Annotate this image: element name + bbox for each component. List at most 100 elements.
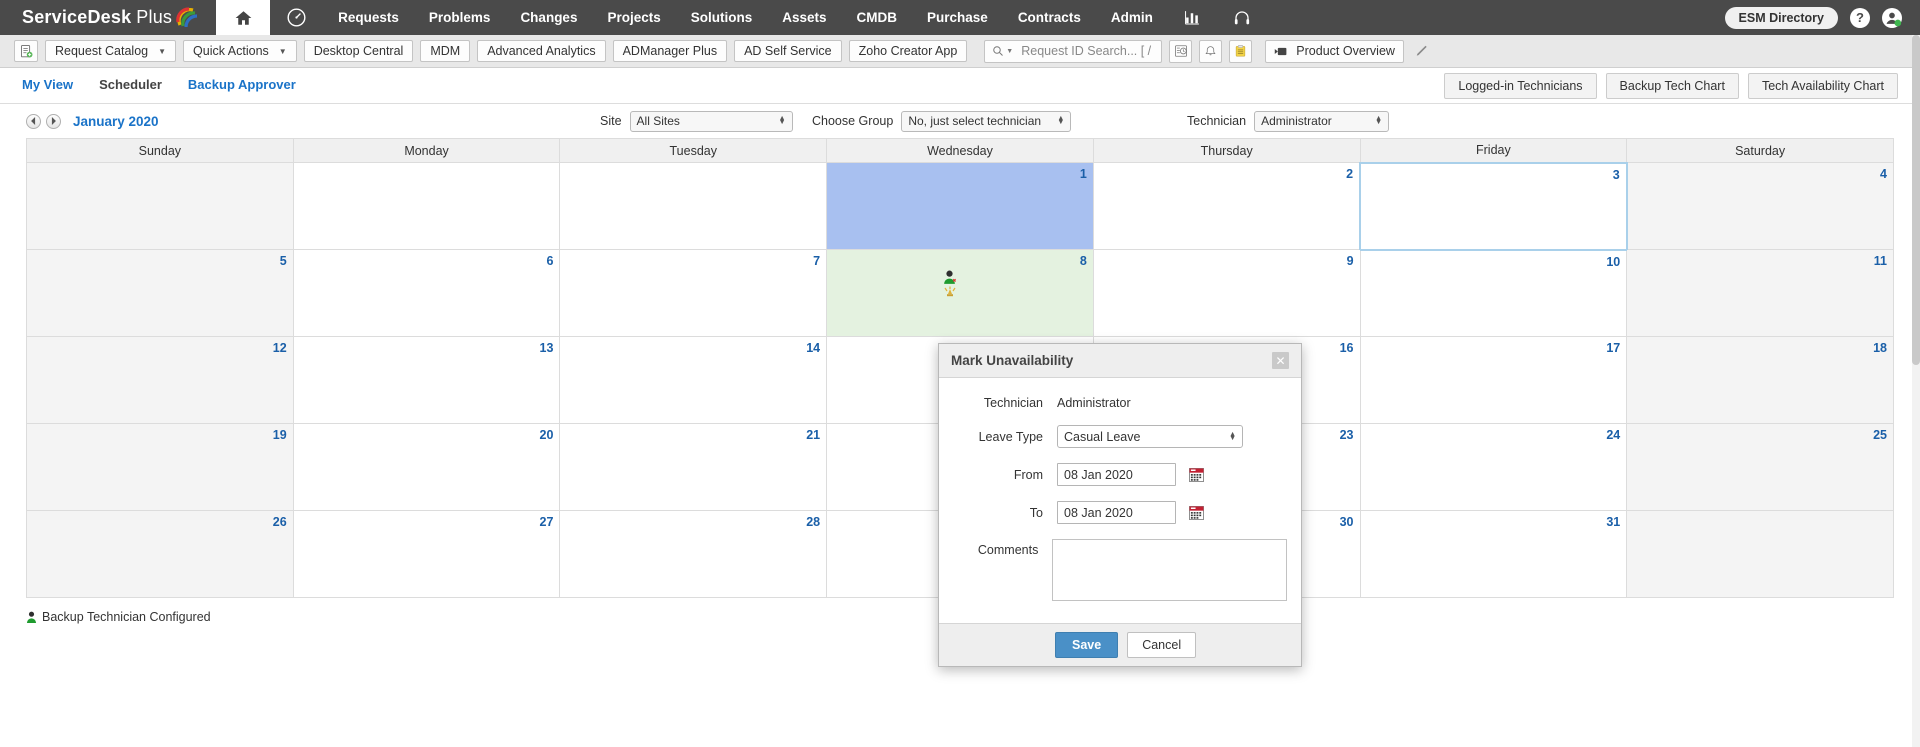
to-date-input[interactable] — [1057, 501, 1176, 524]
calendar-day-cell-6[interactable]: 6 — [292, 249, 561, 337]
vertical-scrollbar[interactable] — [1912, 35, 1920, 747]
nav-item-purchase[interactable]: Purchase — [912, 0, 1003, 35]
calendar-day-cell-27[interactable]: 27 — [292, 510, 561, 598]
calendar-day-cell-8[interactable]: 8 — [826, 249, 1094, 337]
clock-list-icon — [1174, 45, 1187, 57]
day-cell-icons — [827, 270, 1073, 299]
nav-item-assets[interactable]: Assets — [767, 0, 841, 35]
calendar-day-cell-3[interactable]: 3 — [1359, 161, 1628, 251]
calendar-day-cell-24[interactable]: 24 — [1359, 423, 1628, 511]
support-tab[interactable] — [1217, 0, 1267, 35]
close-icon[interactable]: ✕ — [1272, 352, 1289, 369]
nav-item-changes[interactable]: Changes — [505, 0, 592, 35]
nav-item-problems[interactable]: Problems — [414, 0, 506, 35]
mdm-button[interactable]: MDM — [420, 40, 471, 62]
avatar[interactable] — [1882, 7, 1902, 28]
dialog-header: Mark Unavailability ✕ — [939, 344, 1301, 378]
comments-textarea[interactable] — [1052, 539, 1287, 601]
quick-actions-button[interactable]: Quick Actions ▼ — [183, 40, 297, 62]
backup-tech-chart-button[interactable]: Backup Tech Chart — [1605, 72, 1739, 99]
nav-item-cmdb[interactable]: CMDB — [842, 0, 913, 35]
technician-row: Technician Administrator — [939, 396, 1287, 410]
next-month-button[interactable] — [46, 113, 61, 129]
day-number: 2 — [1346, 167, 1354, 181]
calendar-day-cell-2[interactable]: 2 — [1092, 162, 1361, 250]
tab-backup-approver[interactable]: Backup Approver — [188, 77, 296, 94]
current-month-label[interactable]: January 2020 — [73, 114, 159, 129]
new-request-icon[interactable] — [14, 40, 38, 62]
calendar-day-cell-28[interactable]: 28 — [559, 510, 828, 598]
search-input[interactable]: ▼ Request ID Search... [ / — [984, 39, 1163, 63]
dashboard-tab[interactable] — [270, 0, 323, 35]
day-number: 3 — [1612, 167, 1620, 182]
nav-item-contracts[interactable]: Contracts — [1003, 0, 1096, 35]
calendar-day-cell-21[interactable]: 21 — [559, 423, 828, 511]
calendar-day-cell-9[interactable]: 9 — [1092, 249, 1361, 337]
calendar-day-cell-25[interactable]: 25 — [1626, 423, 1894, 511]
day-number: 20 — [539, 428, 554, 442]
nav-item-admin[interactable]: Admin — [1096, 0, 1168, 35]
calendar-day-cell-empty — [1626, 510, 1894, 598]
calendar-day-cell-10[interactable]: 10 — [1359, 249, 1628, 337]
tech-availability-chart-button[interactable]: Tech Availability Chart — [1747, 72, 1898, 99]
advanced-analytics-button[interactable]: Advanced Analytics — [477, 40, 606, 62]
ad-self-service-button[interactable]: AD Self Service — [734, 40, 842, 62]
calendar-day-cell-4[interactable]: 4 — [1626, 162, 1894, 250]
help-icon[interactable]: ? — [1850, 7, 1870, 28]
calendar-day-cell-14[interactable]: 14 — [559, 336, 828, 424]
desktop-central-button[interactable]: Desktop Central — [303, 40, 414, 62]
spinner-icon: ▲ ▼ — [778, 115, 786, 126]
from-date-input[interactable] — [1057, 463, 1176, 486]
clipboard-icon — [1236, 45, 1246, 57]
calendar-day-cell-1[interactable]: 1 — [826, 162, 1094, 250]
calendar-day-cell-5[interactable]: 5 — [26, 249, 294, 337]
from-date-picker-icon[interactable] — [1189, 467, 1204, 482]
to-label: To — [1029, 505, 1043, 520]
scrollbar-thumb[interactable] — [1912, 35, 1920, 365]
product-overview-button[interactable]: Product Overview — [1265, 39, 1404, 63]
nav-label: Solutions — [690, 10, 753, 25]
save-button[interactable]: Save — [1055, 632, 1119, 658]
zoho-creator-app-button[interactable]: Zoho Creator App — [848, 40, 968, 62]
home-tab[interactable] — [216, 0, 271, 35]
day-header-sunday: Sunday — [26, 138, 294, 163]
calendar-day-cell-17[interactable]: 17 — [1359, 336, 1628, 424]
previous-month-button[interactable] — [26, 113, 41, 129]
notifications-icon[interactable] — [1199, 39, 1223, 63]
group-select[interactable]: No, just select technician ▲ ▼ — [901, 110, 1072, 132]
admanager-plus-button[interactable]: ADManager Plus — [612, 40, 728, 62]
backup-technician-icon — [26, 611, 37, 623]
cancel-button[interactable]: Cancel — [1127, 632, 1197, 658]
day-number: 9 — [1346, 254, 1354, 268]
technician-value: Administrator — [1057, 396, 1131, 410]
reports-tab[interactable] — [1168, 0, 1217, 35]
spinner-icon: ▲ ▼ — [1057, 115, 1065, 126]
calendar-day-cell-18[interactable]: 18 — [1626, 336, 1894, 424]
site-select[interactable]: All Sites ▲ ▼ — [629, 110, 793, 132]
logged-in-technicians-button[interactable]: Logged-in Technicians — [1444, 72, 1597, 99]
calendar-week-row: 5 6 7 8 9 10 11 — [26, 249, 1894, 337]
calendar-day-cell-12[interactable]: 12 — [26, 336, 294, 424]
nav-item-requests[interactable]: Requests — [323, 0, 414, 35]
leave-type-select[interactable]: Casual Leave ▲ ▼ — [1057, 425, 1243, 448]
nav-item-solutions[interactable]: Solutions — [676, 0, 768, 35]
nav-item-projects[interactable]: Projects — [592, 0, 675, 35]
calendar-day-cell-31[interactable]: 31 — [1359, 510, 1628, 598]
request-catalog-button[interactable]: Request Catalog ▼ — [45, 40, 177, 62]
calendar-day-cell-26[interactable]: 26 — [26, 510, 294, 598]
app-logo[interactable]: ServiceDesk Plus — [0, 0, 216, 35]
tasks-icon[interactable] — [1229, 39, 1253, 63]
calendar-day-cell-13[interactable]: 13 — [292, 336, 561, 424]
technician-select[interactable]: Administrator ▲ ▼ — [1254, 110, 1390, 132]
calendar-day-cell-20[interactable]: 20 — [292, 423, 561, 511]
calendar-day-cell-19[interactable]: 19 — [26, 423, 294, 511]
home-icon — [235, 10, 251, 25]
esm-directory-button[interactable]: ESM Directory — [1724, 6, 1838, 29]
customize-icon[interactable] — [1411, 40, 1434, 63]
calendar-day-cell-7[interactable]: 7 — [559, 249, 828, 337]
tab-my-view[interactable]: My View — [22, 77, 73, 94]
to-date-picker-icon[interactable] — [1189, 505, 1204, 520]
tab-scheduler[interactable]: Scheduler — [99, 77, 162, 94]
recent-items-icon[interactable] — [1169, 39, 1193, 63]
calendar-day-cell-11[interactable]: 11 — [1626, 249, 1894, 337]
